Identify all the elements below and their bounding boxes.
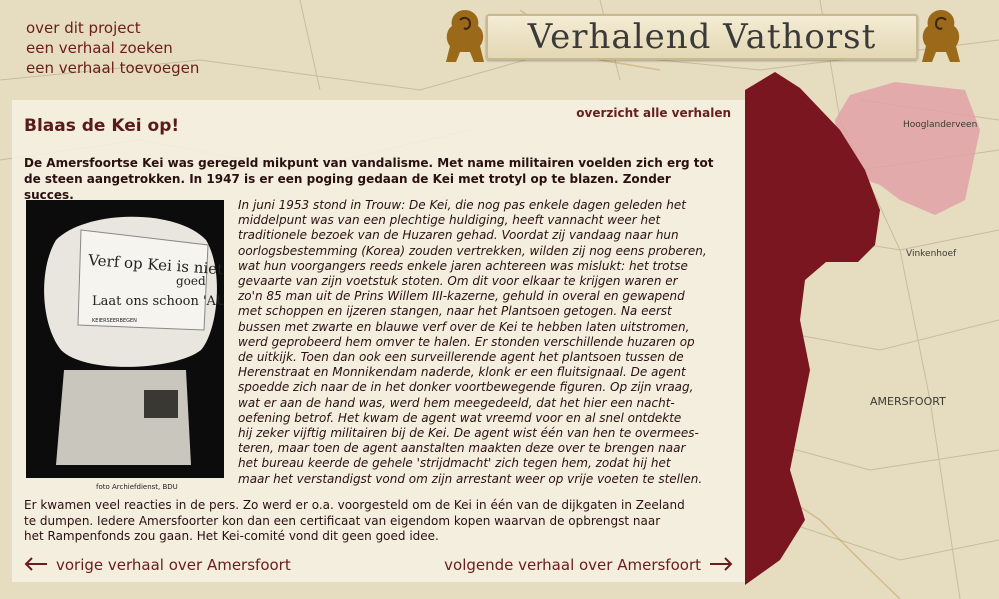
body-line: hij zeker vijftig militairen bij de Kei.… [238,426,699,441]
story-after-text: Er kwamen veel reacties in de pers. Zo w… [24,498,739,545]
next-story-label: volgende verhaal over Amersfoort [444,556,701,574]
body-line: bussen met zwarte en blauwe verf over de… [238,319,690,334]
overview-all-stories-link[interactable]: overzicht alle verhalen [576,106,731,120]
story-photo: Verf op Kei is niet goed Laat ons schoon… [26,200,224,478]
body-line: In juni 1953 stond in Trouw: De Kei, die… [238,198,686,212]
arrow-right-icon [710,557,733,571]
story-title: Blaas de Kei op! [24,116,180,136]
story-panel: Blaas de Kei op! overzicht alle verhalen… [12,100,745,582]
arrow-left-icon [24,557,47,571]
body-line: wat er aan de hand was, werd hem meegede… [238,395,675,410]
lion-right-icon [922,10,960,62]
after-line: te dumpen. Iedere Amersfoorter kon dan e… [24,513,661,528]
nav-item-add-story[interactable]: een verhaal toevoegen [26,58,199,78]
body-line: middelpunt was van een plechtige huldigi… [238,213,661,228]
body-line: maar het verstandigst vond om zijn arres… [238,471,703,486]
body-line: teren, maar toen de agent aanstalten maa… [238,441,686,456]
lion-left-icon [446,10,484,62]
map-label-vinkenhoef: Vinkenhoef [906,249,957,259]
body-line: werd geprobeerd hem omver te halen. Er s… [238,334,695,349]
map-label-amersfoort: AMERSFOORT [870,395,946,408]
body-line: spoedde zich naar de in het donker voort… [238,380,694,395]
photo-text-3: Laat ons schoon 'AUB' [92,294,224,309]
body-line: Herenstraat en Monnikendam naderde, klon… [238,365,686,380]
previous-story-label: vorige verhaal over Amersfoort [56,556,291,574]
nav-item-about[interactable]: over dit project [26,18,199,38]
next-story-link[interactable]: volgende verhaal over Amersfoort [444,556,733,574]
body-line: met schoppen en ijzeren stangen, naar he… [238,304,672,319]
map-label-hooglanderveen: Hooglanderveen [903,120,977,130]
after-line: Er kwamen veel reacties in de pers. Zo w… [24,498,685,512]
nav-item-search-story[interactable]: een verhaal zoeken [26,38,199,58]
main-nav: over dit project een verhaal zoeken een … [26,18,199,78]
photo-caption: foto Archiefdienst, BDU [96,483,178,491]
story-body: In juni 1953 stond in Trouw: De Kei, die… [238,198,738,487]
body-line: het bureau keerde de gehele 'strijdmacht… [238,456,671,471]
story-lead: De Amersfoortse Kei was geregeld mikpunt… [24,156,714,202]
site-banner: Verhalend Vathorst [486,14,918,60]
body-line: de uitkijk. Toen dan ook een surveillere… [238,350,684,365]
body-line: traditionele bezoek van de Huzaren gehad… [238,228,679,243]
photo-text-4: KEIERSEERBEGEN [92,318,137,324]
body-line: gevaarte van zijn voetstuk stoten. Om di… [238,274,678,289]
after-line: het Rampenfonds zou gaan. Het Kei-comité… [24,529,439,543]
photo-text-2: goed [176,274,206,288]
body-line: wat hun voorgangers reeds enkele jaren a… [238,258,688,273]
body-line: oorlogsbestemming (Korea) zouden vertrek… [238,243,707,258]
body-line: oefening betrof. Het kwam de agent wat v… [238,410,682,425]
previous-story-link[interactable]: vorige verhaal over Amersfoort [24,556,291,574]
body-line: zo'n 85 man uit de Prins Willem III-kaze… [238,289,685,304]
